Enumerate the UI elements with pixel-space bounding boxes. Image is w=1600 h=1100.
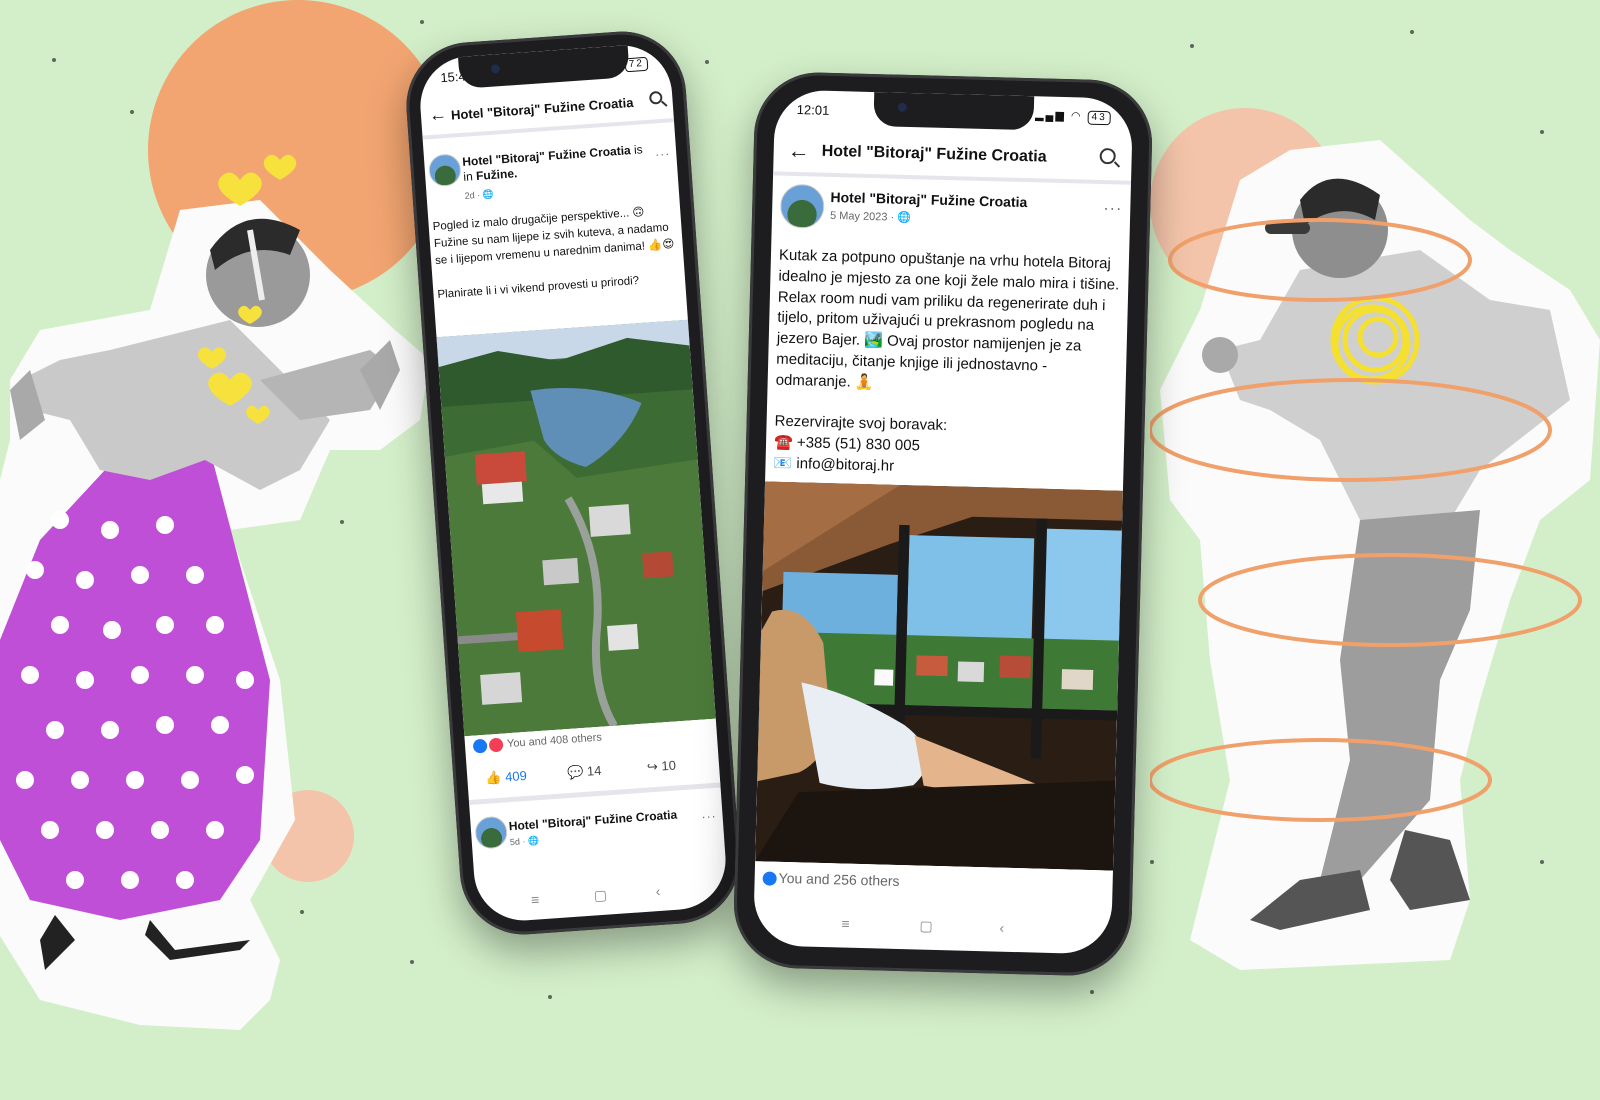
- more-options-icon[interactable]: ···: [655, 146, 671, 161]
- reactions-text: You and 256 others: [778, 869, 900, 889]
- right-phone: 12:01 ▂▄▆ ◠ 43 ← Hotel "Bitoraj" Fužine …: [732, 70, 1154, 978]
- back-nav-button[interactable]: ‹: [655, 883, 661, 899]
- menu-nav-button[interactable]: ≡: [841, 915, 850, 931]
- post-header: Hotel "Bitoraj" Fužine Croatia 5 May 202…: [779, 183, 1123, 243]
- post-text: Kutak za potpuno opuštanje na vrhu hotel…: [773, 246, 1120, 475]
- post-author[interactable]: Hotel "Bitoraj" Fužine Croatia: [830, 189, 1027, 210]
- next-post-author[interactable]: Hotel "Bitoraj" Fužine Croatia: [508, 808, 677, 834]
- right-phone-screen: 12:01 ▂▄▆ ◠ 43 ← Hotel "Bitoraj" Fužine …: [752, 89, 1134, 955]
- like-reaction-icon: [472, 738, 488, 754]
- battery-icon: 43: [1087, 110, 1111, 126]
- arrow-left-icon[interactable]: ←: [787, 138, 810, 165]
- dancing-man-collage: [1150, 140, 1600, 970]
- search-icon[interactable]: [1099, 147, 1116, 165]
- comment-button[interactable]: 💬 14: [567, 763, 602, 781]
- dancing-woman-collage: [0, 154, 430, 1030]
- search-icon[interactable]: [648, 90, 663, 105]
- status-time: 12:01: [796, 102, 830, 118]
- post-photo-relax-room[interactable]: [755, 481, 1123, 871]
- post-header: Hotel "Bitoraj" Fužine Croatia is in Fuž…: [427, 138, 673, 205]
- share-count: 10: [660, 757, 677, 774]
- status-icons: ▂▄▆ ◠ 43: [1035, 108, 1111, 126]
- left-phone: 15:40 ▂▄▆ ◠ 72 ← Hotel "Bitoraj" Fužine …: [402, 27, 744, 939]
- left-phone-screen: 15:40 ▂▄▆ ◠ 72 ← Hotel "Bitoraj" Fužine …: [417, 42, 729, 924]
- next-post-header: Hotel "Bitoraj" Fužine Croatia 5d · 🌐 ··…: [474, 801, 719, 868]
- post-author[interactable]: Hotel "Bitoraj" Fužine Croatia: [462, 143, 631, 169]
- home-nav-button[interactable]: ▢: [919, 918, 933, 935]
- app-bar: ← Hotel "Bitoraj" Fužine Croatia: [773, 131, 1133, 185]
- page-title: Hotel "Bitoraj" Fužine Croatia: [450, 94, 634, 123]
- next-post-meta: 5d · 🌐: [509, 835, 540, 848]
- reactions-summary[interactable]: You and 256 others: [762, 869, 900, 889]
- system-nav-bar: ≡ ▢ ‹: [475, 866, 729, 923]
- avatar[interactable]: [474, 815, 509, 850]
- avatar[interactable]: [427, 153, 462, 188]
- home-nav-button[interactable]: ▢: [593, 887, 607, 905]
- post-meta: 2d · 🌐: [464, 188, 495, 201]
- reactions-text: You and 408 others: [506, 731, 603, 751]
- post-meta: 5 May 2023 · 🌐: [829, 209, 912, 225]
- post-text: Pogled iz malo drugačije perspektive... …: [432, 206, 675, 301]
- system-nav-bar: ≡ ▢ ‹: [753, 901, 1112, 954]
- menu-nav-button[interactable]: ≡: [530, 891, 539, 908]
- like-button[interactable]: 👍 409: [485, 768, 528, 787]
- post-actions: 👍 409 💬 14 ↪ 10: [466, 742, 721, 806]
- love-reaction-icon: [488, 737, 504, 753]
- share-button[interactable]: ↪ 10: [646, 758, 676, 776]
- comment-count: 14: [586, 762, 602, 779]
- page-title: Hotel "Bitoraj" Fužine Croatia: [821, 142, 1047, 166]
- like-reaction-icon: [762, 871, 777, 887]
- avatar[interactable]: [779, 183, 825, 229]
- like-count: 409: [504, 767, 528, 785]
- post-photo-lake-aerial[interactable]: [436, 319, 716, 737]
- more-options-icon[interactable]: ···: [1103, 200, 1122, 218]
- post-location[interactable]: Fužine.: [476, 166, 518, 183]
- more-options-icon[interactable]: ···: [701, 809, 717, 824]
- arrow-left-icon[interactable]: ←: [428, 104, 447, 126]
- back-nav-button[interactable]: ‹: [999, 920, 1004, 936]
- app-bar: ← Hotel "Bitoraj" Fužine Croatia: [419, 82, 675, 140]
